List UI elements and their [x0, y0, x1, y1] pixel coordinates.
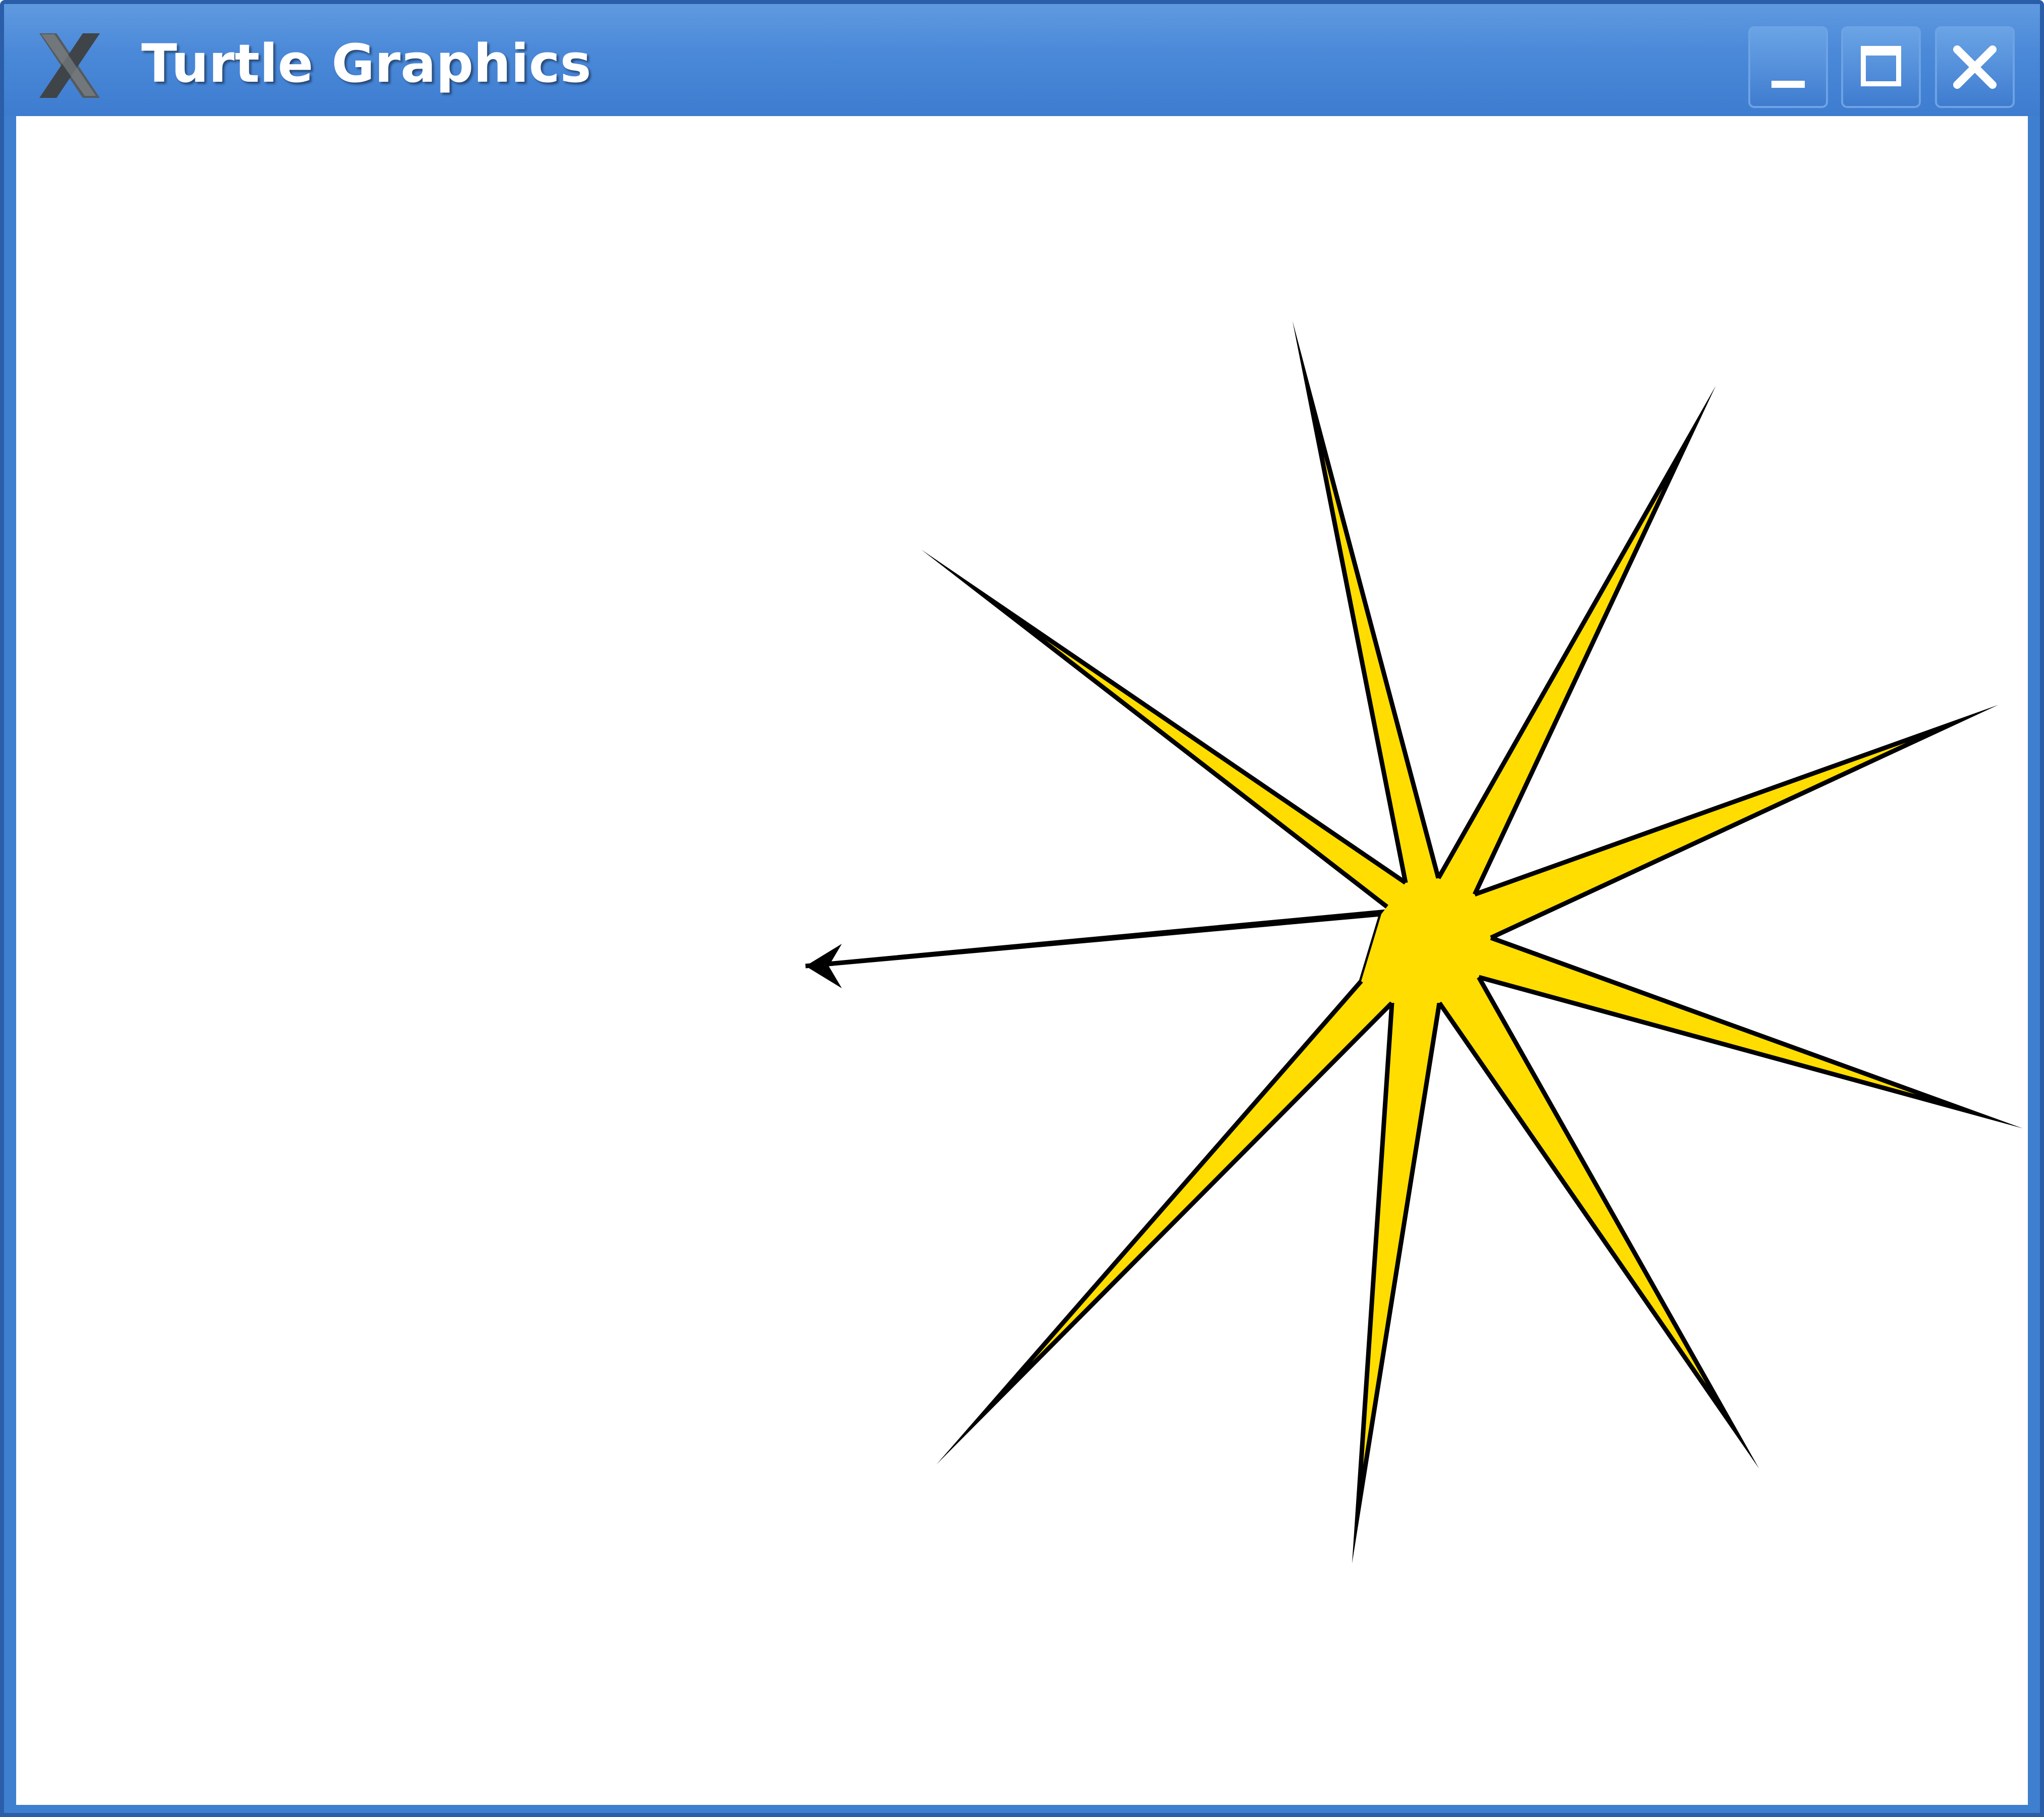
maximize-icon — [1861, 46, 1901, 86]
turtle-arrow-icon — [805, 944, 842, 988]
title-bar[interactable]: Turtle Graphics — [4, 4, 2040, 116]
close-button[interactable] — [1935, 26, 2015, 108]
minimize-icon — [1771, 81, 1805, 88]
maximize-button[interactable] — [1841, 26, 1921, 108]
yellow-star-burst — [805, 320, 2023, 1564]
close-icon — [1953, 45, 1997, 89]
turtle-arrow — [805, 944, 842, 988]
x11-logo-icon[interactable] — [34, 30, 105, 101]
turtle-graphics-window: Turtle Graphics — [0, 0, 2044, 1817]
drawing-surface — [805, 320, 2023, 1564]
turtle-canvas[interactable] — [16, 116, 2028, 1805]
minimize-button[interactable] — [1748, 26, 1828, 108]
window-title: Turtle Graphics — [141, 33, 591, 94]
